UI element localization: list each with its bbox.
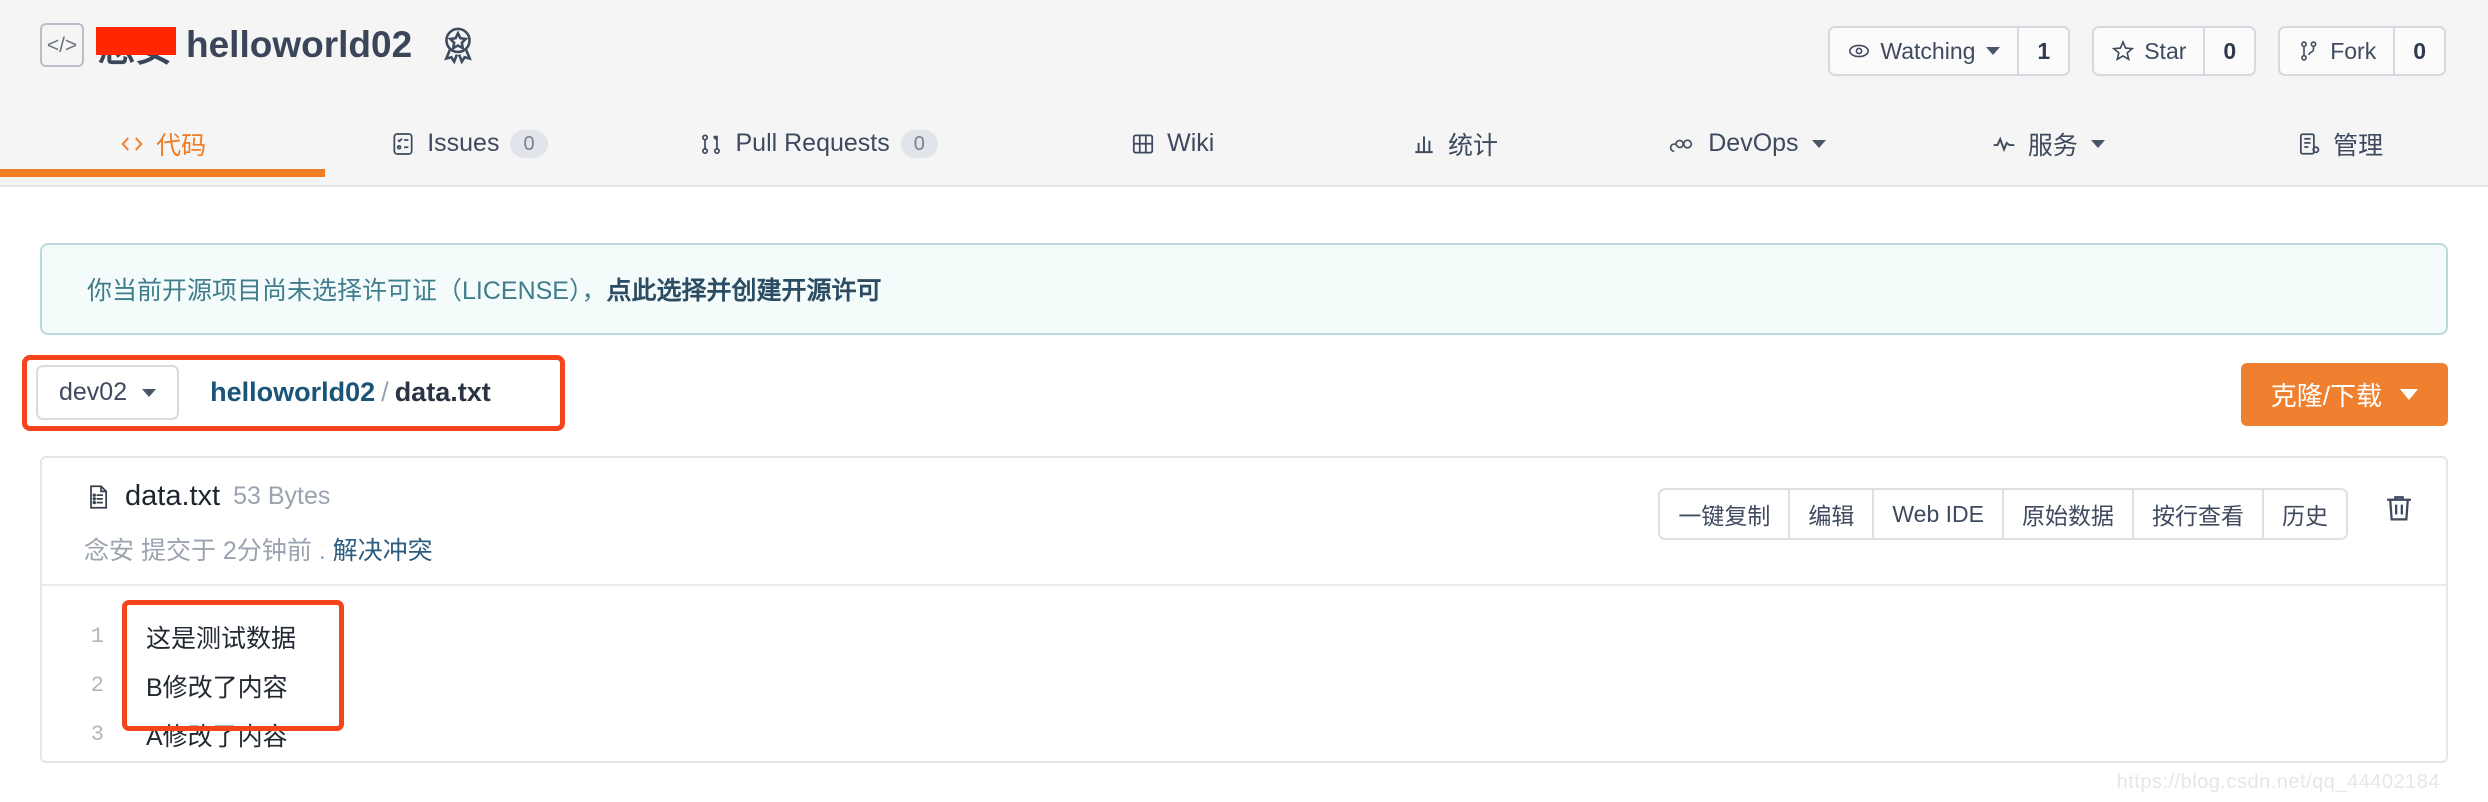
edit-button[interactable]: 编辑 [1790, 490, 1874, 538]
commit-info-row: 念安 提交于 2分钟前 . 解决冲突 [84, 531, 433, 567]
eye-icon [1847, 39, 1871, 63]
line-number: 1 [42, 624, 120, 649]
file-action-toolbar: 一键复制 编辑 Web IDE 原始数据 按行查看 历史 [1658, 488, 2348, 540]
line-number: 3 [42, 722, 120, 747]
tab-code-label: 代码 [156, 126, 206, 162]
pull-request-icon [698, 131, 724, 157]
chevron-down-icon [2091, 140, 2105, 148]
tab-statistics-label: 统计 [1448, 126, 1498, 162]
line-content[interactable]: A修改了内容 [120, 717, 288, 753]
breadcrumb-repo-link[interactable]: helloworld02 [210, 377, 375, 407]
code-brackets-icon: </> [40, 23, 84, 67]
tab-issues[interactable]: Issues 0 [325, 112, 612, 175]
line-number: 2 [42, 673, 120, 698]
stats-chart-icon [1411, 131, 1437, 157]
breadcrumb-file-label: data.txt [395, 377, 491, 407]
code-line: 3 A修改了内容 [42, 710, 2446, 759]
tab-code[interactable]: 代码 [0, 112, 325, 175]
breadcrumb: helloworld02/data.txt [210, 377, 491, 408]
license-banner: 你当前开源项目尚未选择许可证（LICENSE）， 点此选择并创建开源许可 [40, 243, 2448, 335]
redaction-bar [96, 27, 176, 55]
star-icon [2111, 39, 2135, 63]
tab-wiki-label: Wiki [1167, 129, 1214, 158]
branch-selector[interactable]: dev02 [36, 365, 179, 420]
chevron-down-icon [2400, 389, 2418, 400]
commit-time-label: 提交于 2分钟前 . [141, 537, 326, 565]
repo-nav-tabs: 代码 Issues 0 Pull Requests 0 [0, 112, 2488, 187]
tab-services-label: 服务 [2028, 126, 2078, 162]
file-size-label: 53 Bytes [233, 482, 330, 511]
raw-data-button[interactable]: 原始数据 [2004, 490, 2134, 538]
code-line: 2 B修改了内容 [42, 661, 2446, 710]
file-code-body: 1 这是测试数据 2 B修改了内容 3 A修改了内容 [42, 586, 2446, 759]
tab-issues-label: Issues [427, 129, 499, 158]
tab-wiki[interactable]: Wiki [1024, 112, 1321, 175]
line-content[interactable]: 这是测试数据 [120, 619, 296, 655]
commit-author-label[interactable]: 念安 [84, 537, 134, 565]
delete-file-button[interactable] [2382, 491, 2416, 530]
repo-header: </> 念安 helloworld02 [0, 0, 2488, 187]
fork-count[interactable]: 0 [2393, 28, 2444, 74]
chevron-down-icon [1986, 47, 2000, 55]
star-label: Star [2144, 38, 2186, 65]
tab-manage[interactable]: 管理 [2191, 112, 2488, 175]
tab-pull-requests-count: 0 [901, 130, 938, 158]
file-identity: data.txt 53 Bytes [84, 480, 330, 513]
fork-icon [2297, 39, 2321, 63]
copy-button[interactable]: 一键复制 [1660, 490, 1790, 538]
clone-download-button[interactable]: 克隆/下载 [2241, 363, 2448, 426]
chevron-down-icon [142, 389, 156, 397]
blame-view-button[interactable]: 按行查看 [2134, 490, 2264, 538]
branch-name-label: dev02 [59, 378, 127, 407]
star-button[interactable]: Star [2094, 28, 2203, 74]
chevron-down-icon [1812, 140, 1826, 148]
watching-label: Watching [1880, 38, 1975, 65]
license-banner-text: 你当前开源项目尚未选择许可证（LICENSE）， [87, 271, 606, 307]
history-button[interactable]: 历史 [2264, 490, 2346, 538]
branch-breadcrumb-row: dev02 helloworld02/data.txt [36, 365, 491, 420]
code-line: 1 这是测试数据 [42, 612, 2446, 661]
file-panel-header: data.txt 53 Bytes 念安 提交于 2分钟前 . 解决冲突 一键复… [42, 458, 2446, 586]
tab-devops[interactable]: DevOps [1589, 112, 1905, 175]
page-root: </> 念安 helloworld02 [0, 0, 2488, 802]
file-text-icon [84, 483, 112, 511]
file-name-label: data.txt [125, 480, 220, 513]
repo-title: </> 念安 helloworld02 [40, 18, 480, 72]
watching-count[interactable]: 1 [2017, 28, 2068, 74]
watermark: https://blog.csdn.net/qq_44402184 [2117, 771, 2440, 794]
tab-pull-requests-label: Pull Requests [735, 129, 889, 158]
tab-services[interactable]: 服务 [1904, 112, 2191, 175]
fork-button[interactable]: Fork [2280, 28, 2393, 74]
active-tab-underline [0, 169, 325, 177]
fork-button-group[interactable]: Fork 0 [2278, 26, 2446, 76]
tab-issues-count: 0 [510, 130, 547, 158]
award-medal-icon [436, 23, 480, 67]
wiki-book-icon [1130, 131, 1156, 157]
license-create-link[interactable]: 点此选择并创建开源许可 [606, 271, 881, 307]
tab-statistics[interactable]: 统计 [1321, 112, 1589, 175]
watching-button[interactable]: Watching [1830, 28, 2017, 74]
infinity-devops-icon [1667, 131, 1697, 157]
clone-download-label: 克隆/下载 [2271, 376, 2382, 413]
commit-message-link[interactable]: 解决冲突 [333, 537, 433, 565]
fork-label: Fork [2330, 38, 2376, 65]
star-button-group[interactable]: Star 0 [2092, 26, 2256, 76]
pulse-service-icon [1991, 131, 2017, 157]
trash-icon [2382, 491, 2416, 525]
tab-manage-label: 管理 [2333, 126, 2383, 162]
file-viewer-panel: data.txt 53 Bytes 念安 提交于 2分钟前 . 解决冲突 一键复… [40, 456, 2448, 763]
repo-stat-buttons: Watching 1 Star 0 [1828, 26, 2446, 76]
breadcrumb-separator: / [381, 377, 389, 407]
web-ide-button[interactable]: Web IDE [1874, 490, 2004, 538]
manage-icon [2296, 131, 2322, 157]
tab-devops-label: DevOps [1708, 129, 1798, 158]
repo-owner-redacted[interactable]: 念安 [98, 18, 172, 72]
issues-icon [390, 131, 416, 157]
code-icon [119, 131, 145, 157]
line-content[interactable]: B修改了内容 [120, 668, 288, 704]
repo-name-label[interactable]: helloworld02 [186, 24, 412, 66]
star-count[interactable]: 0 [2203, 28, 2254, 74]
watching-button-group[interactable]: Watching 1 [1828, 26, 2070, 76]
tab-pull-requests[interactable]: Pull Requests 0 [612, 112, 1023, 175]
